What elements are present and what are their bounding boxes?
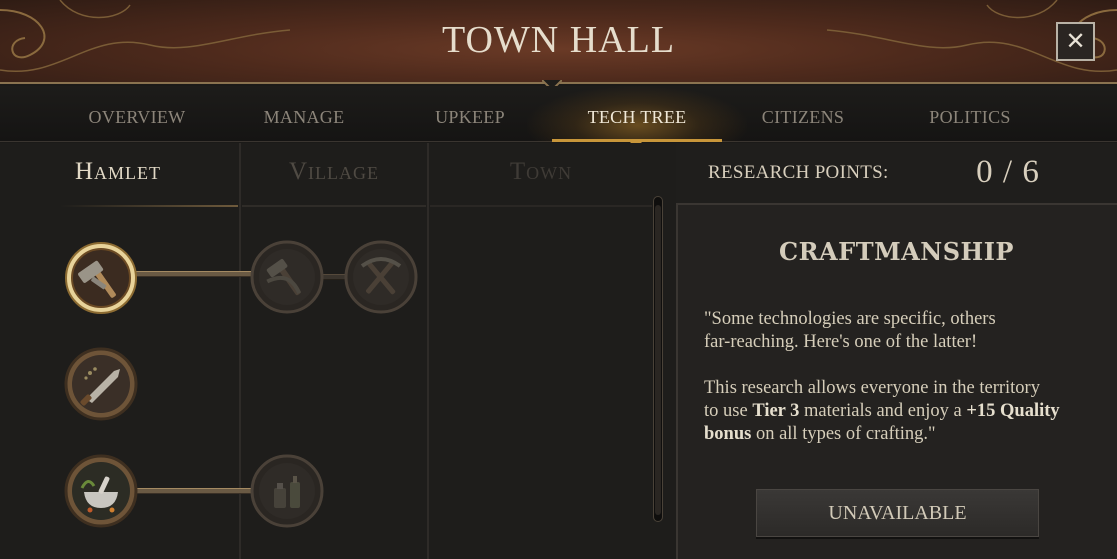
tier-divider <box>239 143 241 559</box>
bonus-highlight: bonus <box>704 424 752 444</box>
mortar-herbs-icon <box>64 454 138 528</box>
tier-highlight: Tier 3 <box>752 401 800 421</box>
tab-overview[interactable]: OVERVIEW <box>52 86 222 142</box>
tab-politics[interactable]: POLITICS <box>885 86 1055 142</box>
desc-text: on all types of crafting." <box>751 424 936 444</box>
tech-node-village-tools[interactable] <box>250 240 324 314</box>
tier-underline-village <box>242 205 426 207</box>
tier-divider <box>427 143 429 559</box>
tech-node-craftmanship[interactable] <box>64 241 138 315</box>
knife-seeds-icon <box>64 347 138 421</box>
potion-bottles-icon <box>250 454 324 528</box>
tech-description: This research allows everyone in the ter… <box>704 377 1114 446</box>
tree-scrollbar-thumb[interactable] <box>655 205 661 515</box>
tech-quote: "Some technologies are specific, others … <box>704 308 1104 354</box>
tab-manage[interactable]: MANAGE <box>219 86 389 142</box>
tier-underline-hamlet <box>60 205 238 207</box>
hammer-icon <box>65 242 137 314</box>
pick-icon <box>344 240 418 314</box>
tree-link <box>130 488 256 494</box>
tier-underline-town <box>430 205 652 207</box>
tier-header-town[interactable]: Town <box>429 158 653 188</box>
tier-header-hamlet[interactable]: Hamlet <box>0 158 236 188</box>
desc-text: materials and enjoy a <box>799 401 967 421</box>
tech-description-line: bonus on all types of crafting." <box>704 423 1114 446</box>
tech-name: CRAFTMANSHIP <box>779 237 1014 266</box>
title-bar: TOWN HALL <box>0 0 1117 84</box>
hammer-pick-icon <box>250 240 324 314</box>
tech-quote-line: far-reaching. Here's one of the latter! <box>704 332 978 352</box>
tech-node-village-mining[interactable] <box>344 240 418 314</box>
tech-quote-line: "Some technologies are specific, others <box>704 309 996 329</box>
desc-text: to use <box>704 401 753 421</box>
tech-description-line: to use Tier 3 materials and enjoy a +15 … <box>704 400 1114 423</box>
close-button[interactable]: ✕ <box>1056 22 1095 61</box>
tech-node-village-alchemy[interactable] <box>250 454 324 528</box>
tech-node-gathering[interactable] <box>64 347 138 421</box>
research-points-value: 0 / 6 <box>976 154 1040 190</box>
tier-header-village[interactable]: Village <box>241 158 427 188</box>
tab-citizens[interactable]: CITIZENS <box>718 86 888 142</box>
window-title: TOWN HALL <box>441 19 676 61</box>
tech-node-alchemy[interactable] <box>64 454 138 528</box>
research-button[interactable]: UNAVAILABLE <box>756 489 1039 537</box>
tree-link <box>130 271 256 277</box>
tech-description-line: This research allows everyone in the ter… <box>704 378 1040 398</box>
research-points-label: RESEARCH POINTS: <box>708 162 889 183</box>
tab-tech-tree[interactable]: TECH TREE <box>527 86 747 142</box>
quality-highlight: +15 Quality <box>966 401 1060 421</box>
tab-bar: OVERVIEW MANAGE UPKEEP TECH TREE CITIZEN… <box>0 86 1117 142</box>
